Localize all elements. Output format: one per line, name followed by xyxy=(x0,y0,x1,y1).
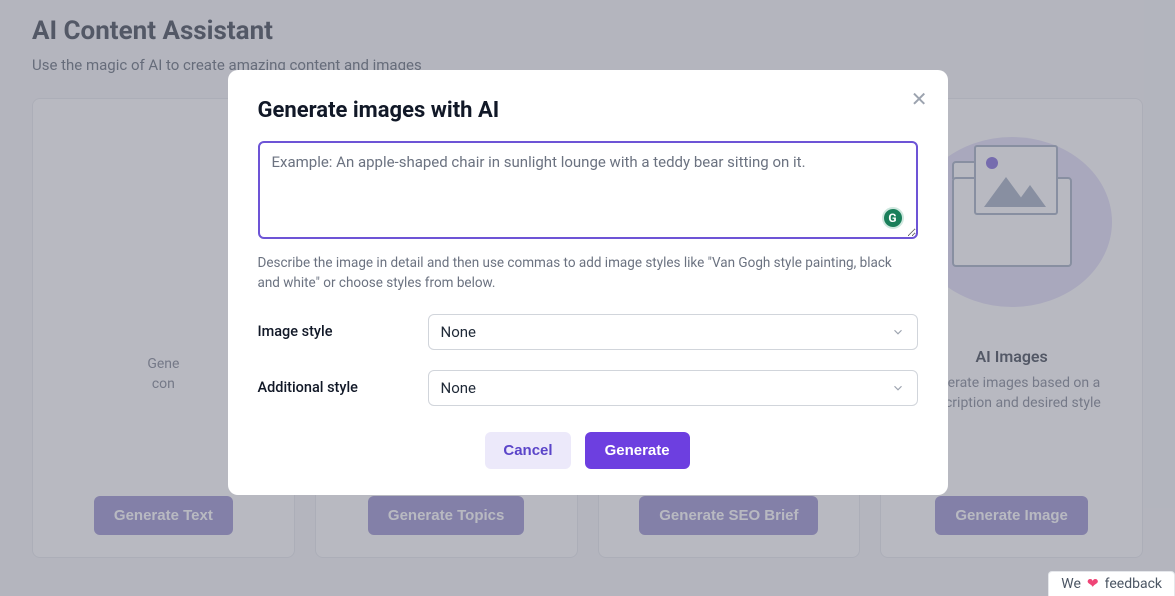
cancel-button[interactable]: Cancel xyxy=(485,432,570,469)
feedback-we: We xyxy=(1061,576,1081,592)
feedback-tab[interactable]: We ❤ feedback xyxy=(1048,571,1175,596)
close-button[interactable]: ✕ xyxy=(911,90,928,110)
image-style-label: Image style xyxy=(258,323,428,340)
generate-image-modal: ✕ Generate images with AI G Describe the… xyxy=(228,70,948,495)
additional-style-row: Additional style None xyxy=(258,370,918,406)
modal-actions: Cancel Generate xyxy=(258,432,918,469)
additional-style-value: None xyxy=(441,379,477,397)
additional-style-select[interactable]: None xyxy=(428,370,918,406)
image-style-value: None xyxy=(441,323,477,341)
modal-title: Generate images with AI xyxy=(258,98,918,123)
heart-icon: ❤ xyxy=(1087,576,1099,592)
image-style-row: Image style None xyxy=(258,314,918,350)
generate-button[interactable]: Generate xyxy=(585,432,690,469)
modal-overlay: ✕ Generate images with AI G Describe the… xyxy=(0,0,1175,596)
additional-style-label: Additional style xyxy=(258,379,428,396)
chevron-down-icon xyxy=(891,325,905,339)
close-icon: ✕ xyxy=(911,89,928,111)
grammarly-icon[interactable]: G xyxy=(882,207,904,229)
chevron-down-icon xyxy=(891,381,905,395)
feedback-text: feedback xyxy=(1105,576,1162,592)
prompt-helper-text: Describe the image in detail and then us… xyxy=(258,253,918,294)
image-prompt-input[interactable] xyxy=(258,141,918,239)
image-style-select[interactable]: None xyxy=(428,314,918,350)
